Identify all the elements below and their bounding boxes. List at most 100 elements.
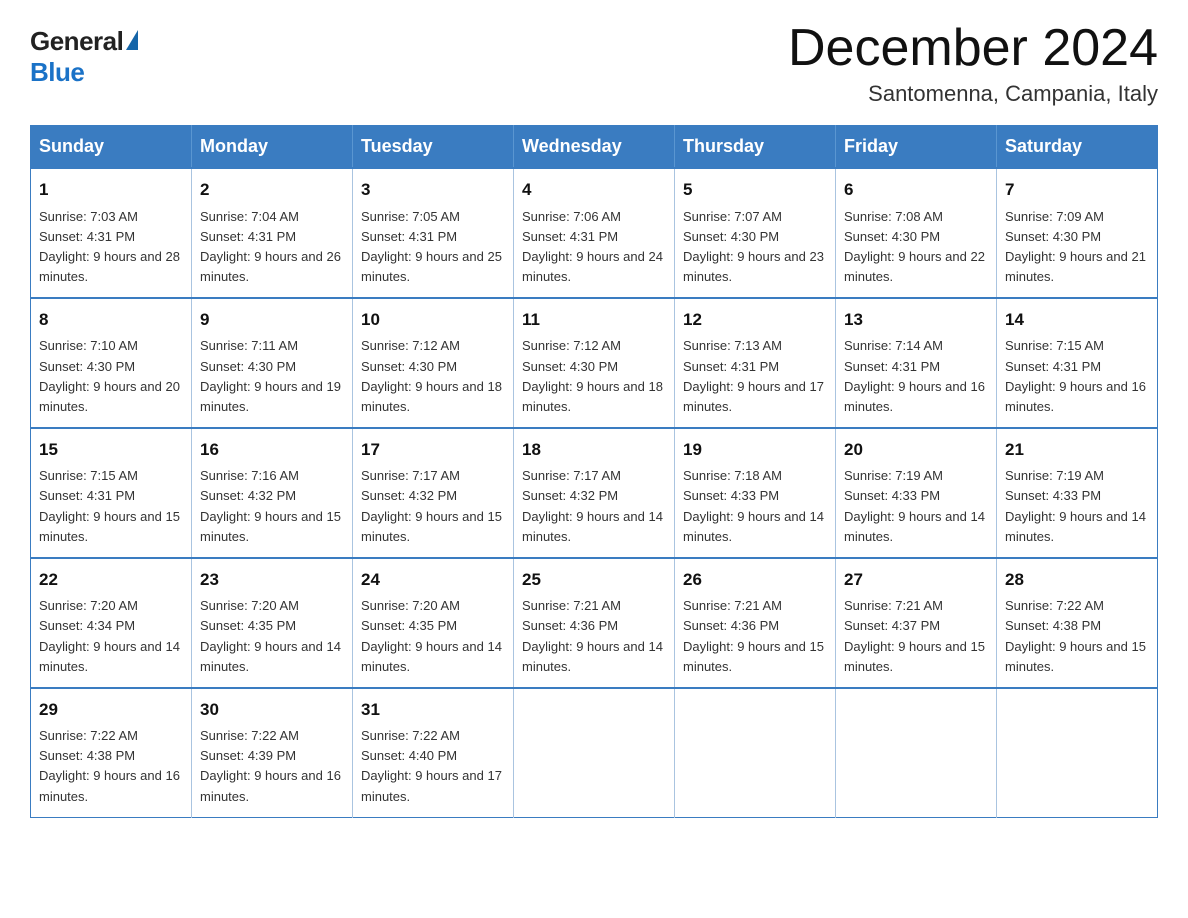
calendar-cell: 1Sunrise: 7:03 AMSunset: 4:31 PMDaylight… (31, 168, 192, 298)
day-info: Sunrise: 7:15 AMSunset: 4:31 PMDaylight:… (1005, 336, 1149, 417)
col-header-tuesday: Tuesday (353, 126, 514, 169)
day-number: 16 (200, 437, 344, 463)
calendar-cell: 18Sunrise: 7:17 AMSunset: 4:32 PMDayligh… (514, 428, 675, 558)
day-number: 17 (361, 437, 505, 463)
calendar-table: SundayMondayTuesdayWednesdayThursdayFrid… (30, 125, 1158, 818)
calendar-cell: 13 Sunrise: 7:14 AMSunset: 4:31 PMDayligh… (836, 298, 997, 428)
calendar-cell: 3 Sunrise: 7:05 AMSunset: 4:31 PMDaylight… (353, 168, 514, 298)
day-number: 24 (361, 567, 505, 593)
day-number: 10 (361, 307, 505, 333)
calendar-cell: 19Sunrise: 7:18 AMSunset: 4:33 PMDayligh… (675, 428, 836, 558)
calendar-cell: 10 Sunrise: 7:12 AMSunset: 4:30 PMDayligh… (353, 298, 514, 428)
day-info: Sunrise: 7:14 AMSunset: 4:31 PMDaylight:… (844, 336, 988, 417)
calendar-cell: 7 Sunrise: 7:09 AMSunset: 4:30 PMDaylight… (997, 168, 1158, 298)
calendar-cell (514, 688, 675, 817)
col-header-thursday: Thursday (675, 126, 836, 169)
day-number: 15 (39, 437, 183, 463)
calendar-week-2: 8Sunrise: 7:10 AMSunset: 4:30 PMDaylight… (31, 298, 1158, 428)
calendar-cell (836, 688, 997, 817)
day-number: 26 (683, 567, 827, 593)
day-info: Sunrise: 7:22 AMSunset: 4:39 PMDaylight:… (200, 726, 344, 807)
calendar-cell: 31Sunrise: 7:22 AMSunset: 4:40 PMDayligh… (353, 688, 514, 817)
day-number: 18 (522, 437, 666, 463)
calendar-cell: 5Sunrise: 7:07 AMSunset: 4:30 PMDaylight… (675, 168, 836, 298)
day-number: 2 (200, 177, 344, 203)
calendar-cell (675, 688, 836, 817)
day-number: 27 (844, 567, 988, 593)
day-number: 19 (683, 437, 827, 463)
calendar-cell: 23 Sunrise: 7:20 AMSunset: 4:35 PMDayligh… (192, 558, 353, 688)
col-header-saturday: Saturday (997, 126, 1158, 169)
day-number: 21 (1005, 437, 1149, 463)
day-info: Sunrise: 7:13 AMSunset: 4:31 PMDaylight:… (683, 336, 827, 417)
day-info: Sunrise: 7:11 AMSunset: 4:30 PMDaylight:… (200, 336, 344, 417)
logo-blue-text: Blue (30, 57, 84, 88)
day-number: 12 (683, 307, 827, 333)
day-number: 5 (683, 177, 827, 203)
location-subtitle: Santomenna, Campania, Italy (788, 81, 1158, 107)
page-header: General Blue December 2024 Santomenna, C… (30, 20, 1158, 107)
logo-general-text: General (30, 26, 123, 57)
col-header-wednesday: Wednesday (514, 126, 675, 169)
day-number: 3 (361, 177, 505, 203)
day-number: 29 (39, 697, 183, 723)
day-number: 31 (361, 697, 505, 723)
title-block: December 2024 Santomenna, Campania, Ital… (788, 20, 1158, 107)
day-number: 14 (1005, 307, 1149, 333)
day-number: 7 (1005, 177, 1149, 203)
calendar-week-5: 29Sunrise: 7:22 AMSunset: 4:38 PMDayligh… (31, 688, 1158, 817)
calendar-cell: 8Sunrise: 7:10 AMSunset: 4:30 PMDaylight… (31, 298, 192, 428)
day-number: 22 (39, 567, 183, 593)
calendar-cell: 21 Sunrise: 7:19 AMSunset: 4:33 PMDayligh… (997, 428, 1158, 558)
logo-triangle-icon (126, 30, 138, 50)
day-number: 28 (1005, 567, 1149, 593)
day-number: 25 (522, 567, 666, 593)
day-info: Sunrise: 7:04 AMSunset: 4:31 PMDaylight:… (200, 207, 344, 288)
col-header-friday: Friday (836, 126, 997, 169)
day-info: Sunrise: 7:19 AMSunset: 4:33 PMDaylight:… (844, 466, 988, 547)
day-info: Sunrise: 7:09 AMSunset: 4:30 PMDaylight:… (1005, 207, 1149, 288)
day-info: Sunrise: 7:06 AMSunset: 4:31 PMDaylight:… (522, 207, 666, 288)
logo: General Blue (30, 26, 138, 88)
calendar-cell: 6 Sunrise: 7:08 AMSunset: 4:30 PMDaylight… (836, 168, 997, 298)
calendar-cell: 16Sunrise: 7:16 AMSunset: 4:32 PMDayligh… (192, 428, 353, 558)
calendar-cell: 4 Sunrise: 7:06 AMSunset: 4:31 PMDaylight… (514, 168, 675, 298)
day-info: Sunrise: 7:19 AMSunset: 4:33 PMDaylight:… (1005, 466, 1149, 547)
day-number: 11 (522, 307, 666, 333)
calendar-week-4: 22 Sunrise: 7:20 AMSunset: 4:34 PMDayligh… (31, 558, 1158, 688)
calendar-week-1: 1Sunrise: 7:03 AMSunset: 4:31 PMDaylight… (31, 168, 1158, 298)
calendar-week-3: 15Sunrise: 7:15 AMSunset: 4:31 PMDayligh… (31, 428, 1158, 558)
col-header-monday: Monday (192, 126, 353, 169)
calendar-cell: 27Sunrise: 7:21 AMSunset: 4:37 PMDayligh… (836, 558, 997, 688)
day-info: Sunrise: 7:21 AMSunset: 4:36 PMDaylight:… (522, 596, 666, 677)
day-number: 13 (844, 307, 988, 333)
day-info: Sunrise: 7:12 AMSunset: 4:30 PMDaylight:… (361, 336, 505, 417)
day-info: Sunrise: 7:22 AMSunset: 4:38 PMDaylight:… (1005, 596, 1149, 677)
day-info: Sunrise: 7:20 AMSunset: 4:34 PMDaylight:… (39, 596, 183, 677)
calendar-cell: 15Sunrise: 7:15 AMSunset: 4:31 PMDayligh… (31, 428, 192, 558)
calendar-cell: 17 Sunrise: 7:17 AMSunset: 4:32 PMDayligh… (353, 428, 514, 558)
calendar-cell: 9 Sunrise: 7:11 AMSunset: 4:30 PMDaylight… (192, 298, 353, 428)
col-header-sunday: Sunday (31, 126, 192, 169)
calendar-cell: 11 Sunrise: 7:12 AMSunset: 4:30 PMDayligh… (514, 298, 675, 428)
calendar-cell (997, 688, 1158, 817)
day-info: Sunrise: 7:17 AMSunset: 4:32 PMDaylight:… (361, 466, 505, 547)
day-number: 4 (522, 177, 666, 203)
day-info: Sunrise: 7:05 AMSunset: 4:31 PMDaylight:… (361, 207, 505, 288)
day-number: 6 (844, 177, 988, 203)
calendar-cell: 14 Sunrise: 7:15 AMSunset: 4:31 PMDayligh… (997, 298, 1158, 428)
day-info: Sunrise: 7:10 AMSunset: 4:30 PMDaylight:… (39, 336, 183, 417)
calendar-cell: 26 Sunrise: 7:21 AMSunset: 4:36 PMDayligh… (675, 558, 836, 688)
day-info: Sunrise: 7:08 AMSunset: 4:30 PMDaylight:… (844, 207, 988, 288)
calendar-cell: 30Sunrise: 7:22 AMSunset: 4:39 PMDayligh… (192, 688, 353, 817)
day-info: Sunrise: 7:21 AMSunset: 4:36 PMDaylight:… (683, 596, 827, 677)
calendar-header-row: SundayMondayTuesdayWednesdayThursdayFrid… (31, 126, 1158, 169)
calendar-cell: 28 Sunrise: 7:22 AMSunset: 4:38 PMDayligh… (997, 558, 1158, 688)
day-number: 23 (200, 567, 344, 593)
calendar-body: 1Sunrise: 7:03 AMSunset: 4:31 PMDaylight… (31, 168, 1158, 817)
day-number: 9 (200, 307, 344, 333)
calendar-cell: 25 Sunrise: 7:21 AMSunset: 4:36 PMDayligh… (514, 558, 675, 688)
calendar-cell: 20Sunrise: 7:19 AMSunset: 4:33 PMDayligh… (836, 428, 997, 558)
day-info: Sunrise: 7:20 AMSunset: 4:35 PMDaylight:… (200, 596, 344, 677)
day-info: Sunrise: 7:12 AMSunset: 4:30 PMDaylight:… (522, 336, 666, 417)
